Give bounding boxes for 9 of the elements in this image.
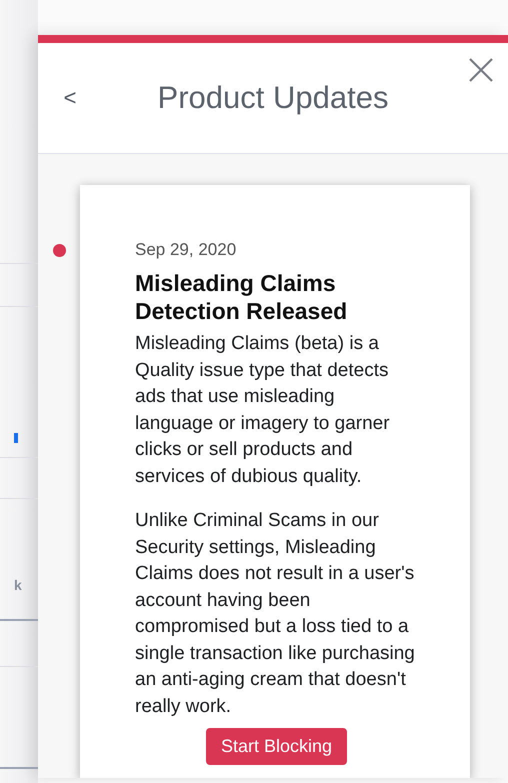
update-title: Misleading Claims Detection Released [135,269,348,325]
panel-title: Product Updates [156,80,390,116]
back-button[interactable]: < [60,85,80,111]
update-text: Misleading Claims (beta) is a Quality issue type that detects ads that use misleading language or imagery to garner clicks or sell products and services of dubious quality. [135,332,391,488]
row-marker [14,433,18,443]
update-date: Sep 29, 2020 [135,239,238,261]
start-blocking-button[interactable]: Start Blocking [206,728,348,765]
background-text: k [14,577,23,593]
update-text: Unlike Criminal Scams in our Security settings, Misleading Claims does not result in a user's account having been compromised but a loss tied to a single transaction like purchasing an anti-aging cream that doesn't really work. [135,509,416,718]
